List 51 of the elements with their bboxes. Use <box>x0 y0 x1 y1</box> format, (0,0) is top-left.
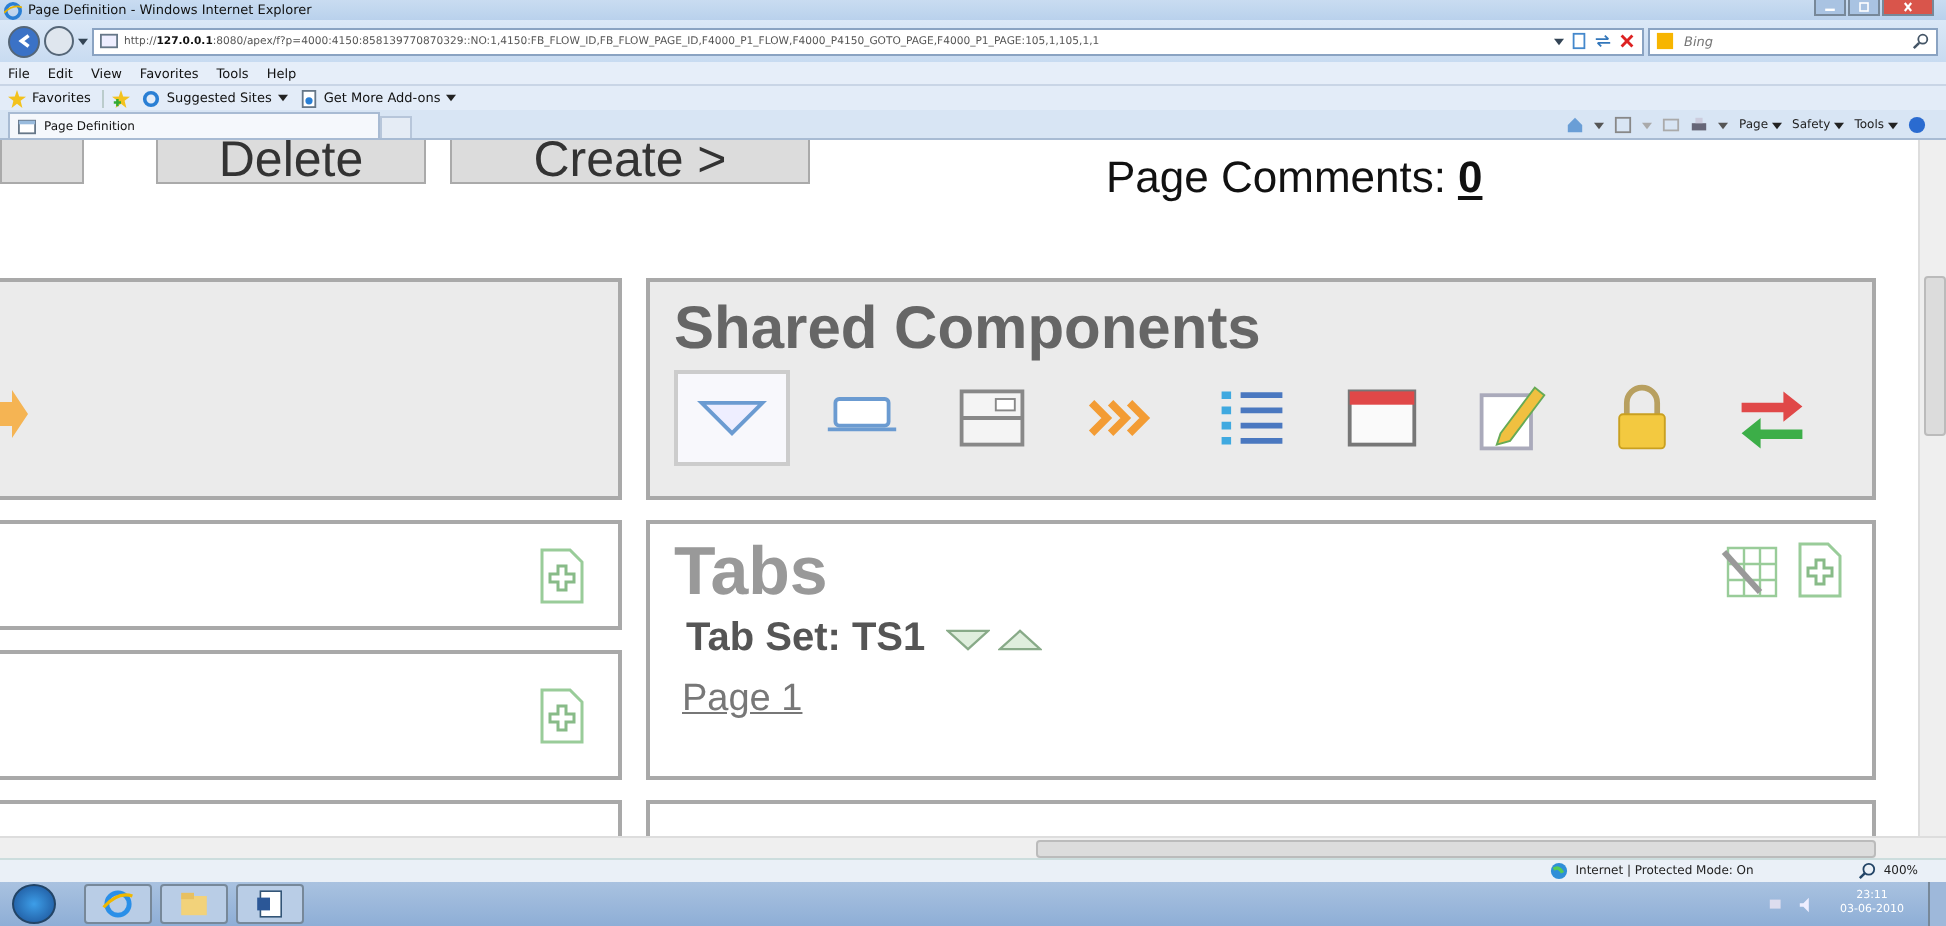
horizontal-scrollbar[interactable] <box>0 836 1946 858</box>
caret-icon[interactable] <box>1554 37 1564 45</box>
move-up-icon[interactable] <box>997 627 1042 651</box>
caret-icon <box>1772 121 1783 129</box>
page-icon <box>18 117 36 135</box>
home-icon[interactable] <box>1566 116 1585 134</box>
document-icon <box>254 888 286 920</box>
taskbar-button[interactable] <box>236 884 304 924</box>
browser-icon <box>102 888 134 920</box>
close-button[interactable] <box>1882 0 1934 16</box>
close-icon <box>1900 2 1916 12</box>
show-desktop-button[interactable] <box>1928 882 1946 926</box>
caret-icon[interactable] <box>78 37 88 45</box>
forward-button[interactable] <box>44 26 74 56</box>
browser-icon <box>142 89 161 107</box>
panel-title: Tabs <box>674 536 828 608</box>
minimize-button[interactable] <box>1814 0 1846 16</box>
page-icon <box>299 89 318 107</box>
vertical-scrollbar[interactable] <box>1918 140 1946 836</box>
page-icon <box>100 32 118 50</box>
new-tab-button[interactable] <box>380 116 412 138</box>
comments-label: Page Comments: <box>1106 152 1446 204</box>
start-button[interactable] <box>12 884 56 924</box>
search-provider-icon <box>1656 32 1674 50</box>
page-button[interactable] <box>0 140 84 184</box>
print-icon[interactable] <box>1690 116 1709 134</box>
globe-icon <box>1549 862 1568 880</box>
search-icon[interactable] <box>1912 32 1930 50</box>
triangle-component-icon[interactable] <box>674 370 790 466</box>
comments-count-link[interactable]: 0 <box>1457 152 1483 204</box>
arrow-icon <box>0 389 28 437</box>
stop-icon[interactable] <box>1618 32 1636 50</box>
tab-set-label: Tab Set: TS1 <box>686 616 926 662</box>
panel-title: Shared Components <box>674 294 1263 366</box>
page-button[interactable]: Delete <box>156 140 426 184</box>
browser-icon <box>4 1 22 19</box>
maximize-button[interactable] <box>1848 0 1880 16</box>
caret-icon[interactable] <box>1594 121 1605 129</box>
maximize-icon <box>1856 2 1872 12</box>
back-button[interactable] <box>8 25 40 57</box>
caret-icon[interactable] <box>1718 121 1729 129</box>
magnifier-icon[interactable] <box>1857 862 1876 880</box>
caret-icon <box>1888 121 1898 129</box>
folder-icon <box>178 888 210 920</box>
refresh-icon[interactable] <box>1594 32 1612 50</box>
move-down-icon[interactable] <box>945 627 990 651</box>
add-favorites-icon[interactable] <box>102 89 131 107</box>
star-icon <box>8 89 26 107</box>
page-button[interactable]: Create > <box>450 140 810 184</box>
page-link[interactable]: Page 1 <box>682 678 803 722</box>
caret-icon <box>1834 121 1845 129</box>
